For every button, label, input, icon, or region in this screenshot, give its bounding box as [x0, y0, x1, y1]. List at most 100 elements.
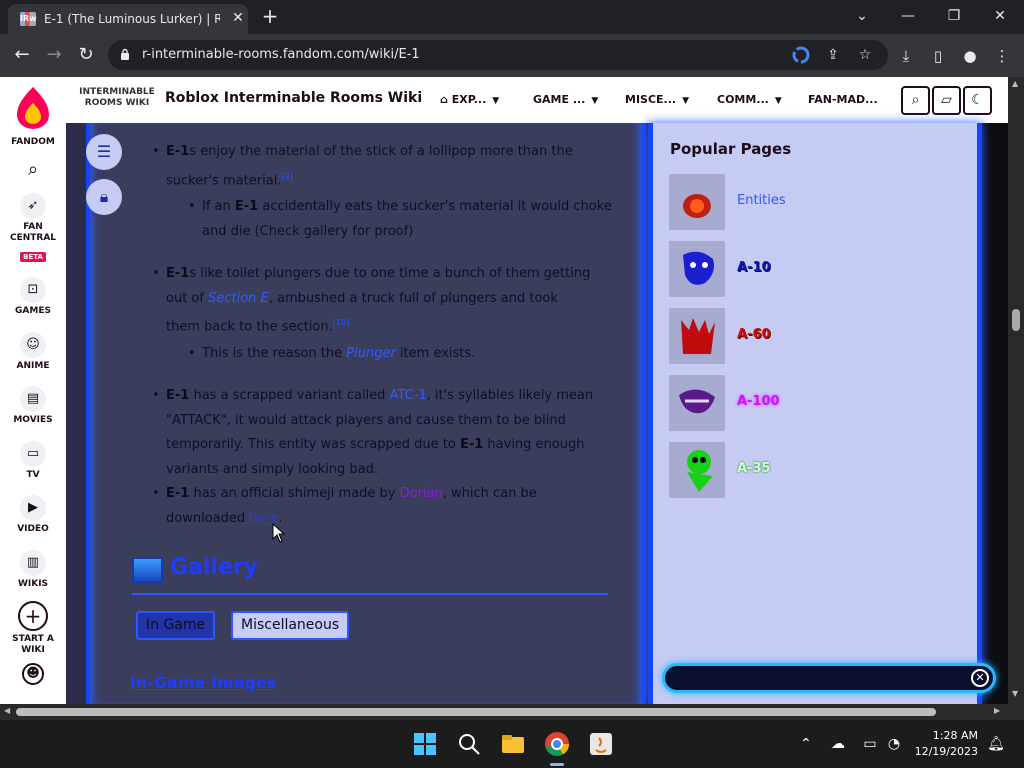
minimize-button[interactable]: — — [898, 6, 918, 26]
close-icon[interactable]: ✕ — [230, 10, 246, 26]
browser-tab[interactable]: IRw E-1 (The Luminous Lurker) | Roblox I… — [8, 4, 248, 34]
clock-time: 1:28 AM — [932, 729, 978, 742]
atc-1-link[interactable]: ATC-1 — [390, 388, 427, 403]
discussions-button[interactable]: ▱ — [932, 86, 961, 115]
chevron-up-icon[interactable]: ⌃ — [796, 734, 816, 754]
nav-game-label: GAME ... — [533, 93, 586, 106]
share-icon[interactable]: ⇪ — [824, 46, 842, 64]
back-button[interactable]: ← — [11, 44, 33, 66]
floating-search-bar[interactable]: ✕ — [662, 663, 996, 693]
bookmark-star-icon[interactable]: ☆ — [856, 46, 874, 64]
fandom-flame-icon[interactable] — [15, 85, 51, 131]
popular-page-label: A-35 — [737, 461, 771, 476]
side-panel-icon[interactable]: ▯ — [928, 46, 948, 66]
tab-miscellaneous[interactable]: Miscellaneous — [231, 611, 350, 640]
lock-icon: 🔒︎ — [99, 187, 109, 206]
new-tab-button[interactable]: + — [260, 6, 280, 26]
list-icon: ☰ — [96, 142, 112, 161]
horizontal-scroll-thumb[interactable] — [16, 708, 936, 716]
forward-button[interactable]: → — [43, 44, 65, 66]
download-icon[interactable]: ⤓ — [896, 46, 916, 66]
plus-circle-icon: + — [18, 601, 48, 631]
address-bar[interactable]: r-interminable-rooms.fandom.com/wiki/E-1… — [108, 40, 888, 70]
lock-icon — [121, 48, 129, 60]
popular-page-label: A-60 — [737, 327, 771, 342]
google-icon[interactable] — [792, 46, 810, 64]
a-60-thumbnail — [669, 308, 725, 364]
close-icon[interactable]: ✕ — [971, 669, 989, 687]
horizontal-scrollbar[interactable]: ◀ ▶ — [0, 704, 1024, 720]
wiki-logo[interactable]: INTERMINABLE ROOMS WIKI — [78, 87, 156, 113]
rail-label-movies: MOVIES — [13, 415, 53, 425]
system-clock[interactable]: 1:28 AM 12/19/2023 — [908, 728, 978, 760]
nav-game[interactable]: GAME ... ▼ — [533, 93, 598, 106]
nav-misc[interactable]: MISCE... ▼ — [625, 93, 689, 106]
chrome-icon[interactable] — [543, 730, 571, 758]
rail-user-button[interactable]: ☻ — [0, 663, 66, 685]
trivia-item: E-1 has an official shimeji made by Dori… — [152, 482, 596, 531]
windows-start-icon[interactable] — [411, 730, 439, 758]
nav-explore[interactable]: ⌂ EXP... ▼ — [440, 93, 499, 106]
rail-item-anime[interactable]: ☺ ANIME — [0, 332, 66, 372]
rail-label-video: VIDEO — [17, 524, 49, 534]
caret-down-icon: ▼ — [774, 96, 782, 106]
display-icon[interactable]: ▭ — [860, 734, 880, 754]
toc-button[interactable]: ☰ — [86, 134, 122, 170]
profile-icon[interactable]: ● — [960, 46, 980, 66]
tab-search-chevron-down-icon[interactable]: ⌄ — [852, 6, 872, 26]
trivia-subitem: This is the reason the Plunger item exis… — [188, 342, 612, 367]
rail-item-video[interactable]: ▶ VIDEO — [0, 495, 66, 535]
menu-kebab-icon[interactable]: ⋮ — [992, 46, 1012, 66]
nav-fan-made[interactable]: FAN-MAD... — [808, 93, 878, 106]
rail-item-start-a-wiki[interactable]: + START A WIKI — [0, 601, 66, 656]
wiki-name[interactable]: Roblox Interminable Rooms Wiki — [165, 90, 422, 106]
vertical-scroll-thumb[interactable] — [1012, 309, 1020, 331]
scroll-up-arrow-icon[interactable]: ▲ — [1012, 79, 1018, 88]
plunger-link[interactable]: Plunger — [346, 346, 396, 361]
anime-face-icon: ☺ — [20, 332, 46, 358]
restore-button[interactable]: ❐ — [944, 6, 964, 26]
scroll-left-arrow-icon[interactable]: ◀ — [4, 706, 10, 715]
nav-community[interactable]: COMM... ▼ — [717, 93, 782, 106]
cloud-sync-icon[interactable]: ☁ — [828, 734, 848, 754]
clapperboard-icon: ▤ — [20, 386, 46, 412]
dorian-link[interactable]: Dorian — [400, 486, 443, 501]
rail-item-movies[interactable]: ▤ MOVIES — [0, 386, 66, 426]
network-icon[interactable]: ◔ — [884, 734, 904, 754]
entity-name: E-1 — [166, 266, 190, 281]
lock-page-button[interactable]: 🔒︎ — [86, 179, 122, 215]
theme-toggle-button[interactable]: ☾ — [963, 86, 992, 115]
tab-in-game[interactable]: In Game — [136, 611, 216, 640]
article-content: ☰ 🔒︎ E-1s enjoy the material of the stic… — [66, 123, 648, 704]
citation[interactable]: [10] — [333, 318, 349, 327]
file-explorer-icon[interactable] — [499, 730, 527, 758]
rocket-icon: ➶ — [20, 193, 46, 219]
beta-badge: BETA — [20, 252, 46, 262]
url-text[interactable]: r-interminable-rooms.fandom.com/wiki/E-1 — [142, 47, 420, 62]
window-close-button[interactable]: ✕ — [990, 6, 1010, 26]
java-app-icon[interactable] — [587, 730, 615, 758]
fandom-home-link[interactable]: FANDOM — [0, 134, 66, 148]
nav-explore-label: EXP... — [451, 93, 487, 106]
wiki-search-button[interactable]: ⌕ — [901, 86, 930, 115]
entity-name: E-1 — [459, 437, 484, 452]
entity-name: E-1 — [234, 199, 259, 214]
taskbar-search-icon[interactable] — [455, 730, 483, 758]
citation[interactable]: [9] — [281, 172, 292, 181]
trivia-text: has an official shimeji made by — [189, 486, 400, 501]
a-35-thumbnail — [669, 442, 725, 498]
notification-bell-icon[interactable]: 🔔︎ — [986, 734, 1006, 754]
rail-item-wikis[interactable]: ▥ WIKIS — [0, 550, 66, 590]
rail-item-tv[interactable]: ▭ TV — [0, 441, 66, 481]
rail-item-games[interactable]: ⊡ GAMES — [0, 277, 66, 317]
reload-button[interactable]: ↻ — [75, 44, 97, 66]
rail-search-button[interactable]: ⌕ — [0, 157, 66, 183]
scroll-right-arrow-icon[interactable]: ▶ — [994, 706, 1000, 715]
rail-item-fan-central[interactable]: ➶ FAN CENTRAL BETA — [0, 193, 66, 263]
play-icon: ▶ — [20, 495, 46, 521]
tv-icon: ▭ — [20, 441, 46, 467]
browser-toolbar: ← → ↻ r-interminable-rooms.fandom.com/wi… — [0, 34, 1024, 77]
vertical-scrollbar[interactable]: ▲ ▼ — [1008, 77, 1024, 704]
scroll-down-arrow-icon[interactable]: ▼ — [1012, 689, 1018, 698]
section-e-link[interactable]: Section E — [208, 291, 269, 306]
